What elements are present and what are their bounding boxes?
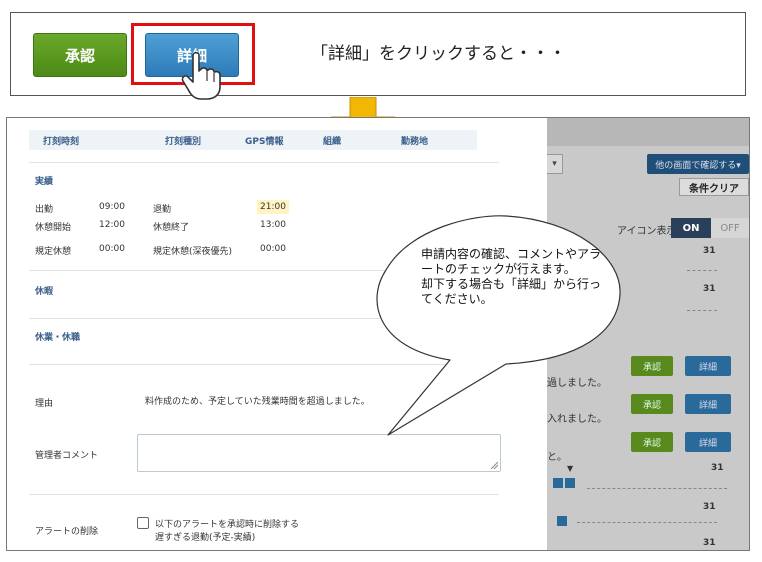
divider bbox=[687, 310, 717, 311]
actual-section-title: 実績 bbox=[35, 177, 54, 187]
row-value: 09:00 bbox=[99, 202, 125, 212]
day-number: 31 bbox=[703, 284, 716, 294]
divider bbox=[587, 488, 727, 489]
day-number: 31 bbox=[703, 538, 716, 548]
divider bbox=[29, 494, 499, 495]
background-topbar bbox=[547, 118, 749, 146]
header-work-location: 勤務地 bbox=[401, 137, 429, 147]
reason-value: 料作成のため、予定していた残業時間を超過しました。 bbox=[145, 397, 370, 407]
calendar-cell-icon bbox=[557, 516, 567, 526]
day-number: 31 bbox=[703, 502, 716, 512]
sort-arrow-icon: ▼ bbox=[567, 464, 574, 473]
day-number: 31 bbox=[711, 463, 724, 473]
pointing-hand-icon bbox=[181, 51, 221, 100]
row-detail-button[interactable]: 詳細 bbox=[685, 356, 731, 376]
approve-button[interactable]: 承認 bbox=[33, 33, 127, 77]
row-detail-button[interactable]: 詳細 bbox=[685, 394, 731, 414]
alert-delete-option: 以下のアラートを承認時に削除する bbox=[155, 520, 300, 530]
divider bbox=[687, 270, 717, 271]
alert-delete-label: アラートの削除 bbox=[35, 527, 99, 537]
resize-handle-icon[interactable] bbox=[490, 461, 498, 469]
clear-conditions-button[interactable]: 条件クリア bbox=[679, 178, 749, 196]
row-label: 出勤 bbox=[35, 205, 54, 215]
reason-label: 理由 bbox=[35, 399, 54, 409]
row-value: 13:00 bbox=[260, 220, 286, 230]
other-screen-confirm-button[interactable]: 他の画面で確認する▾ bbox=[647, 154, 749, 174]
divider bbox=[29, 162, 499, 163]
row-value: 12:00 bbox=[99, 220, 125, 230]
instruction-caption: 「詳細」をクリックすると・・・ bbox=[311, 44, 566, 64]
divider bbox=[577, 522, 717, 523]
punch-table-header: 打刻時刻 打刻種別 GPS情報 組織 勤務地 bbox=[29, 130, 477, 150]
row-value: 00:00 bbox=[260, 244, 286, 254]
row-approve-button[interactable]: 承認 bbox=[631, 394, 673, 414]
alert-delete-detail: 遅すぎる退勤(予定-実績) bbox=[155, 533, 256, 543]
alert-delete-checkbox[interactable] bbox=[137, 517, 149, 529]
row-value: 00:00 bbox=[99, 244, 125, 254]
header-organization: 組織 bbox=[323, 137, 342, 147]
bubble-text: 申請内容の確認、コメントやアラートのチェックが行えます。 却下する場合も「詳細」… bbox=[421, 247, 602, 306]
header-punch-time: 打刻時刻 bbox=[43, 137, 80, 147]
speech-bubble bbox=[376, 215, 621, 436]
instruction-box: 承認 詳細 「詳細」をクリックすると・・・ bbox=[10, 12, 746, 100]
icon-toggle-on[interactable]: ON bbox=[671, 218, 711, 238]
holiday-section-title: 休暇 bbox=[35, 287, 54, 297]
calendar-cell-icon bbox=[553, 478, 563, 488]
row-label: 休憩終了 bbox=[153, 223, 190, 233]
background-dropdown-icon: ▾ bbox=[547, 154, 563, 174]
row-detail-button[interactable]: 詳細 bbox=[685, 432, 731, 452]
day-number: 31 bbox=[703, 246, 716, 256]
row-text: と。 bbox=[547, 452, 567, 463]
calendar-cell-icon bbox=[565, 478, 575, 488]
row-label: 退勤 bbox=[153, 205, 172, 215]
row-value: 21:00 bbox=[260, 202, 286, 212]
icon-toggle-off[interactable]: OFF bbox=[711, 218, 749, 238]
row-label: 規定休憩(深夜優先) bbox=[153, 247, 233, 257]
row-label: 休憩開始 bbox=[35, 223, 72, 233]
row-approve-button[interactable]: 承認 bbox=[631, 356, 673, 376]
row-approve-button[interactable]: 承認 bbox=[631, 432, 673, 452]
header-punch-type: 打刻種別 bbox=[165, 137, 202, 147]
header-gps: GPS情報 bbox=[245, 137, 284, 147]
row-label: 規定休憩 bbox=[35, 247, 72, 257]
leave-section-title: 休業・休職 bbox=[35, 333, 81, 343]
manager-comment-label: 管理者コメント bbox=[35, 451, 99, 461]
